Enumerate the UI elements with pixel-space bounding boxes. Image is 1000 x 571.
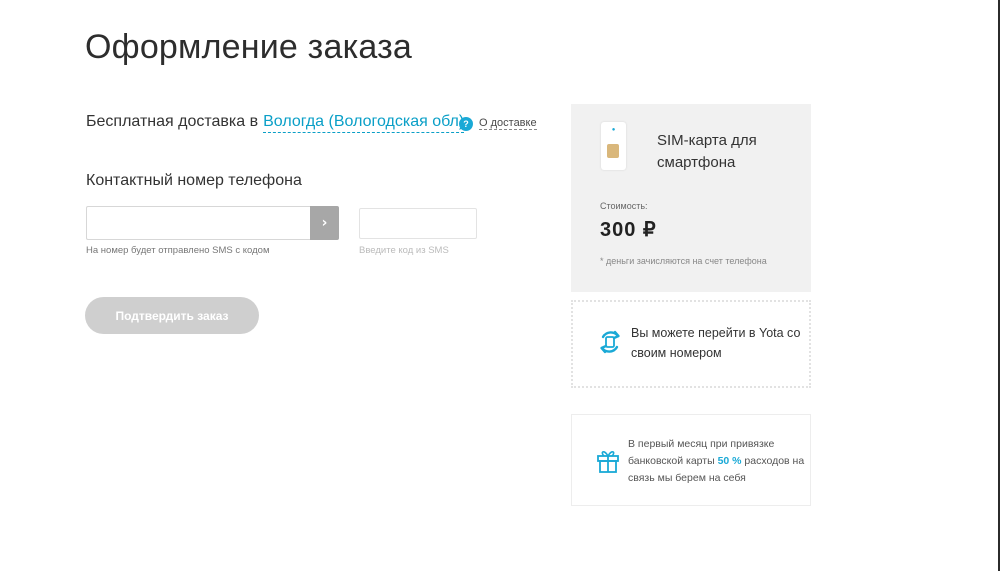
delivery-info-link[interactable]: О доставке	[479, 117, 537, 130]
product-title: SIM-карта для смартфона	[657, 132, 757, 171]
promo-text: В первый месяц при привязке банковской к…	[628, 436, 808, 487]
number-transfer-icon	[600, 330, 620, 354]
chevron-right-icon: ›	[321, 215, 328, 231]
promo-highlight: 50 %	[717, 455, 742, 467]
number-transfer-box[interactable]: Вы можете перейти в Yota со своим номеро…	[571, 300, 811, 388]
contact-phone-label: Контактный номер телефона	[86, 172, 302, 189]
city-link[interactable]: Вологда (Вологодская обл)	[263, 113, 465, 133]
number-transfer-text: Вы можете перейти в Yota со своим номеро…	[631, 326, 801, 360]
sim-chip	[607, 144, 619, 158]
product-card: ● SIM-карта для смартфона Стоимость: 300…	[571, 104, 811, 292]
promo-box: В первый месяц при привязке банковской к…	[571, 414, 811, 506]
phone-hint: На номер будет отправлено SMS с кодом	[86, 245, 270, 256]
delivery-prefix: Бесплатная доставка в	[86, 113, 259, 130]
delivery-row: Бесплатная доставка в Вологда (Вологодск…	[86, 113, 465, 133]
price-label: Стоимость:	[600, 201, 648, 211]
sms-code-input[interactable]	[359, 208, 477, 239]
phone-submit-button[interactable]: ›	[310, 206, 339, 240]
page-title: Оформление заказа	[85, 28, 413, 66]
confirm-order-button[interactable]: Подтвердить заказ	[85, 297, 259, 334]
sms-code-hint: Введите код из SMS	[359, 245, 449, 256]
price-note: * деньги зачисляются на счет телефона	[600, 256, 767, 266]
sim-card-image: ●	[601, 122, 626, 170]
phone-input[interactable]	[86, 206, 310, 240]
yota-logo-icon: ●	[611, 127, 616, 133]
price-value: 300 ₽	[600, 219, 657, 241]
gift-icon	[597, 451, 619, 473]
question-icon[interactable]: ?	[459, 117, 473, 131]
